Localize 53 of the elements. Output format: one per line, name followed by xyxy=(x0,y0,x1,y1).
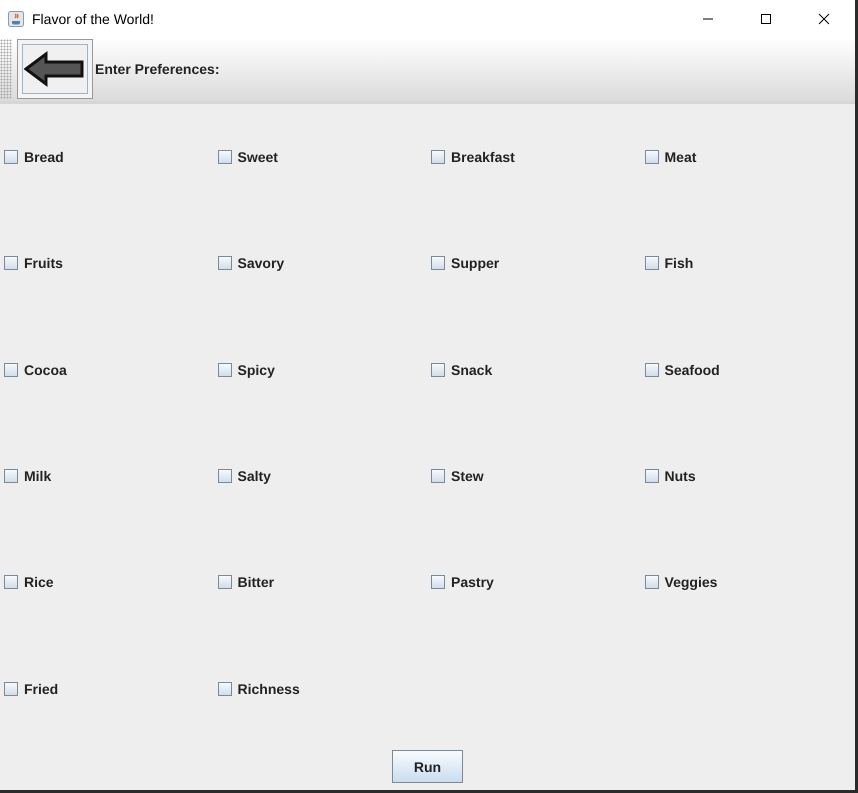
checkbox[interactable] xyxy=(4,256,18,270)
checkbox[interactable] xyxy=(4,469,18,484)
checkbox[interactable] xyxy=(4,362,18,377)
run-button[interactable]: Run xyxy=(392,750,463,783)
checkbox[interactable] xyxy=(644,256,658,270)
checkbox-label: Fried xyxy=(24,680,58,697)
checkbox-label: Fish xyxy=(664,255,694,272)
checkbox-label: Snack xyxy=(451,362,492,378)
checkbox-label: Cocoa xyxy=(24,362,67,378)
toolbar-label: Enter Preferences: xyxy=(95,61,220,77)
checkbox-label: Supper xyxy=(451,255,500,272)
checkbox-label: Breakfast xyxy=(451,149,515,166)
checkbox[interactable] xyxy=(431,575,445,590)
checkbox[interactable] xyxy=(4,150,18,164)
checkbox-label: Spicy xyxy=(238,362,275,378)
checkbox[interactable] xyxy=(218,682,232,696)
checkbox[interactable] xyxy=(218,362,232,377)
close-icon[interactable] xyxy=(818,12,830,24)
checkbox-label: Bitter xyxy=(238,574,274,590)
checkbox-label: Richness xyxy=(238,680,300,697)
checkbox[interactable] xyxy=(218,150,232,164)
checkbox-label: Milk xyxy=(24,468,52,484)
checkbox-label: Fruits xyxy=(24,255,63,272)
maximize-icon[interactable] xyxy=(760,12,772,24)
checkbox-label: Meat xyxy=(664,149,696,166)
window-title: Flavor of the World! xyxy=(32,10,154,26)
checkbox[interactable] xyxy=(218,575,232,590)
toolbar-grip[interactable] xyxy=(0,39,12,99)
app-icon xyxy=(8,10,24,26)
checkbox-label: Seafood xyxy=(664,362,720,378)
checkbox-label: Salty xyxy=(238,468,271,484)
checkbox[interactable] xyxy=(431,150,445,164)
checkbox[interactable] xyxy=(4,575,18,590)
arrow-icon xyxy=(24,51,86,87)
checkbox[interactable] xyxy=(644,150,658,164)
checkbox-label: Veggies xyxy=(664,574,718,590)
checkbox[interactable] xyxy=(218,256,232,270)
checkbox-label: Bread xyxy=(24,149,64,166)
checkbox-label: Stew xyxy=(451,468,484,484)
checkbox-label: Pastry xyxy=(451,574,494,590)
checkbox[interactable] xyxy=(218,469,232,484)
checkbox[interactable] xyxy=(644,575,658,590)
checkbox-label: Sweet xyxy=(238,149,278,166)
checkbox[interactable] xyxy=(431,256,445,270)
checkbox[interactable] xyxy=(4,682,18,696)
checkbox[interactable] xyxy=(644,469,658,484)
checkbox-label: Nuts xyxy=(664,468,696,484)
checkbox[interactable] xyxy=(431,469,445,484)
checkbox[interactable] xyxy=(431,362,445,377)
checkbox-label: Rice xyxy=(24,574,54,590)
checkbox[interactable] xyxy=(644,362,658,377)
checkbox-label: Savory xyxy=(238,255,284,272)
back-button[interactable] xyxy=(17,39,93,99)
